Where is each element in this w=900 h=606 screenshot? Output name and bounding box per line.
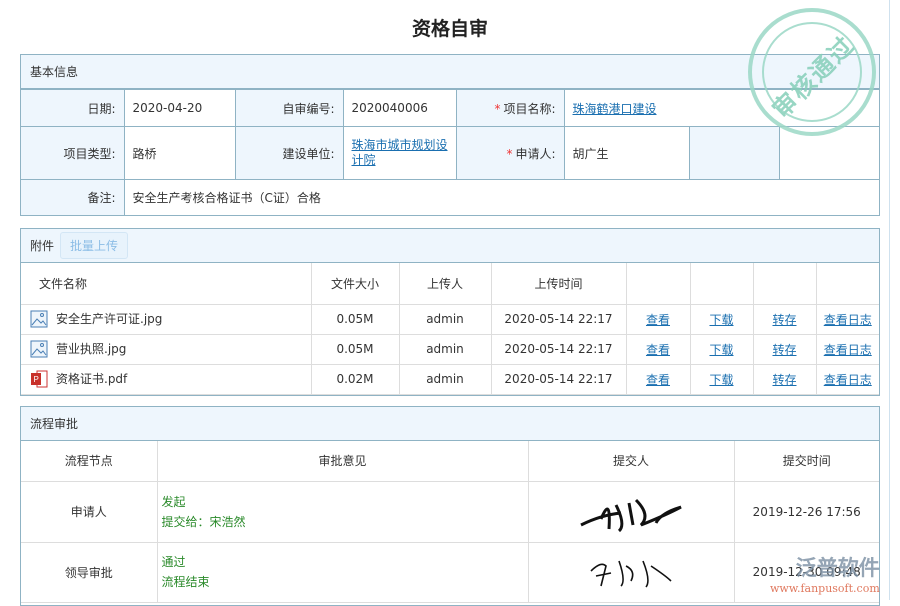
type-value: 路桥 <box>124 127 235 180</box>
project-name-label: *项目名称: <box>456 90 564 127</box>
project-name-link[interactable]: 珠海鹤港口建设 <box>573 102 657 116</box>
pdf-file-icon: P <box>30 372 56 386</box>
flow-node: 领导审批 <box>21 542 157 602</box>
file-name: 安全生产许可证.jpg <box>21 304 311 334</box>
attachments-panel: 附件批量上传 文件名称 文件大小 上传人 上传时间 安全生产许可证.jpg 0.… <box>20 228 880 396</box>
image-file-icon <box>30 342 56 356</box>
col-submitter: 提交人 <box>528 441 734 481</box>
basic-info-panel: 基本信息 日期: 2020-04-20 自审编号: 2020040006 *项目… <box>20 54 880 216</box>
flow-time: 2019-12-26 17:56 <box>734 481 879 542</box>
flow-opinion: 通过流程结束 <box>157 542 528 602</box>
signature-image <box>528 481 734 542</box>
download-link[interactable]: 下载 <box>709 313 733 327</box>
attachments-header: 附件 <box>30 237 54 254</box>
flow-time: 2019-12-30 09:48 <box>734 542 879 602</box>
file-size: 0.05M <box>311 334 399 364</box>
flow-row: 领导审批 通过流程结束 2019-12-30 09:48 <box>21 542 879 602</box>
code-label: 自审编号: <box>235 90 343 127</box>
col-uploader: 上传人 <box>399 263 491 304</box>
date-value: 2020-04-20 <box>124 90 235 127</box>
file-row: 安全生产许可证.jpg 0.05M admin 2020-05-14 22:17… <box>21 304 879 334</box>
approval-flow-header: 流程审批 <box>21 407 879 441</box>
view-link[interactable]: 查看 <box>646 373 670 387</box>
code-value: 2020040006 <box>343 90 456 127</box>
col-file-name: 文件名称 <box>21 263 311 304</box>
save-to-link[interactable]: 转存 <box>772 343 796 357</box>
file-row: P资格证书.pdf 0.02M admin 2020-05-14 22:17 查… <box>21 364 879 394</box>
save-to-link[interactable]: 转存 <box>772 373 796 387</box>
col-submit-time: 提交时间 <box>734 441 879 481</box>
file-time: 2020-05-14 22:17 <box>491 304 626 334</box>
applicant-value: 胡广生 <box>564 127 689 180</box>
file-uploader: admin <box>399 304 491 334</box>
empty-value <box>779 127 879 180</box>
file-name: 营业执照.jpg <box>21 334 311 364</box>
file-name: P资格证书.pdf <box>21 364 311 394</box>
file-size: 0.02M <box>311 364 399 394</box>
approval-flow-panel: 流程审批 流程节点 审批意见 提交人 提交时间 申请人 发起提交给：宋浩然 20… <box>20 406 880 606</box>
col-file-size: 文件大小 <box>311 263 399 304</box>
date-label: 日期: <box>21 90 124 127</box>
view-link[interactable]: 查看 <box>646 343 670 357</box>
file-uploader: admin <box>399 364 491 394</box>
scrollbar-track[interactable] <box>889 0 890 600</box>
empty-label <box>689 127 779 180</box>
download-link[interactable]: 下载 <box>709 373 733 387</box>
type-label: 项目类型: <box>21 127 124 180</box>
flow-opinion: 发起提交给：宋浩然 <box>157 481 528 542</box>
signature-image <box>528 542 734 602</box>
col-upload-time: 上传时间 <box>491 263 626 304</box>
applicant-label: *申请人: <box>456 127 564 180</box>
flow-node: 申请人 <box>21 481 157 542</box>
download-link[interactable]: 下载 <box>709 343 733 357</box>
batch-upload-button[interactable]: 批量上传 <box>60 232 128 259</box>
remark-value: 安全生产考核合格证书（C证）合格 <box>124 180 879 215</box>
view-log-link[interactable]: 查看日志 <box>824 373 872 387</box>
save-to-link[interactable]: 转存 <box>772 313 796 327</box>
remark-label: 备注: <box>21 180 124 215</box>
file-size: 0.05M <box>311 304 399 334</box>
view-log-link[interactable]: 查看日志 <box>824 343 872 357</box>
file-uploader: admin <box>399 334 491 364</box>
col-opinion: 审批意见 <box>157 441 528 481</box>
file-time: 2020-05-14 22:17 <box>491 334 626 364</box>
col-node: 流程节点 <box>21 441 157 481</box>
view-log-link[interactable]: 查看日志 <box>824 313 872 327</box>
image-file-icon <box>30 312 56 326</box>
file-row: 营业执照.jpg 0.05M admin 2020-05-14 22:17 查看… <box>21 334 879 364</box>
basic-info-header: 基本信息 <box>21 55 879 89</box>
unit-label: 建设单位: <box>235 127 343 180</box>
view-link[interactable]: 查看 <box>646 313 670 327</box>
file-time: 2020-05-14 22:17 <box>491 364 626 394</box>
flow-row: 申请人 发起提交给：宋浩然 2019-12-26 17:56 <box>21 481 879 542</box>
unit-link[interactable]: 珠海市城市规划设计院 <box>352 138 448 167</box>
svg-text:P: P <box>34 375 39 384</box>
page-title: 资格自审 <box>0 14 900 41</box>
